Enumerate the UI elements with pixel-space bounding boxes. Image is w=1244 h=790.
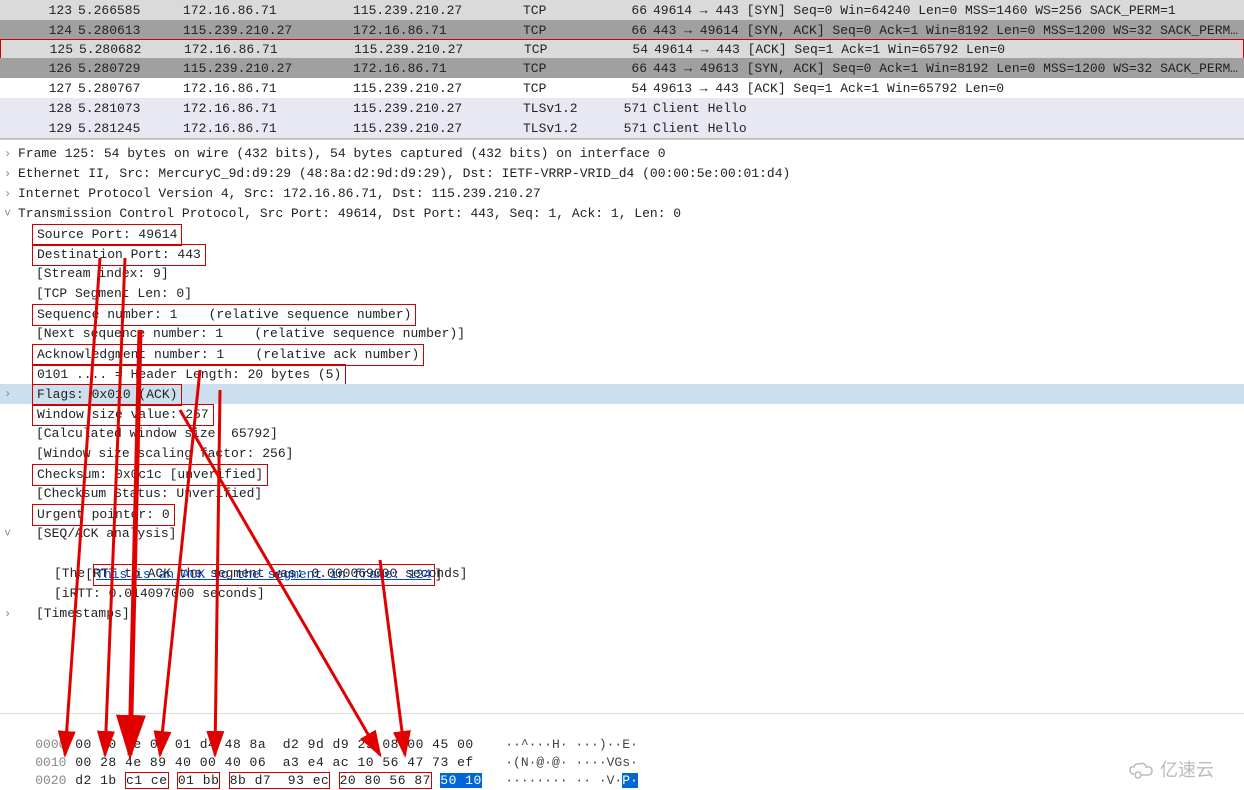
urgent-pointer[interactable]: Urgent pointer: 0 bbox=[0, 504, 1244, 524]
seq-ack-analysis[interactable]: ˅[SEQ/ACK analysis] bbox=[0, 524, 1244, 544]
seq-number[interactable]: Sequence number: 1 (relative sequence nu… bbox=[0, 304, 1244, 324]
calc-window[interactable]: [Calculated window size: 65792] bbox=[0, 424, 1244, 444]
packet-row-123[interactable]: 1235.266585172.16.86.71115.239.210.27TCP… bbox=[0, 0, 1244, 20]
checksum[interactable]: Checksum: 0x0c1c [unverified] bbox=[0, 464, 1244, 484]
window-size[interactable]: Window size value: 257 bbox=[0, 404, 1244, 424]
scaling-factor[interactable]: [Window size scaling factor: 256] bbox=[0, 444, 1244, 464]
tcp-flags[interactable]: ›Flags: 0x010 (ACK) bbox=[0, 384, 1244, 404]
stream-index[interactable]: [Stream index: 9] bbox=[0, 264, 1244, 284]
hex-row-0[interactable]: 000000 00 5e 00 01 d4 48 8a d2 9d d9 29 … bbox=[0, 718, 1244, 736]
timestamps[interactable]: ›[Timestamps] bbox=[0, 604, 1244, 624]
hex-dump-pane[interactable]: 000000 00 5e 00 01 d4 48 8a d2 9d d9 29 … bbox=[0, 713, 1244, 790]
watermark: 亿速云 bbox=[1128, 756, 1214, 782]
packet-row-127[interactable]: 1275.280767172.16.86.71115.239.210.27TCP… bbox=[0, 78, 1244, 98]
src-port[interactable]: Source Port: 49614 bbox=[0, 224, 1244, 244]
packet-row-126[interactable]: 1265.280729115.239.210.27172.16.86.71TCP… bbox=[0, 58, 1244, 78]
dst-port[interactable]: Destination Port: 443 bbox=[0, 244, 1244, 264]
packet-list-pane[interactable]: 1235.266585172.16.86.71115.239.210.27TCP… bbox=[0, 0, 1244, 139]
ack-number[interactable]: Acknowledgment number: 1 (relative ack n… bbox=[0, 344, 1244, 364]
packet-details-pane[interactable]: ›Frame 125: 54 bytes on wire (432 bits),… bbox=[0, 139, 1244, 679]
packet-row-125[interactable]: 1255.280682172.16.86.71115.239.210.27TCP… bbox=[0, 39, 1244, 59]
irtt[interactable]: [iRTT: 0.014097000 seconds] bbox=[0, 584, 1244, 604]
ethernet-summary[interactable]: ›Ethernet II, Src: MercuryC_9d:d9:29 (48… bbox=[0, 164, 1244, 184]
packet-row-128[interactable]: 1285.281073172.16.86.71115.239.210.27TLS… bbox=[0, 98, 1244, 118]
rtt-to-ack[interactable]: [The RTT to ACK the segment was: 0.00006… bbox=[0, 564, 1244, 584]
tcp-summary[interactable]: ˅Transmission Control Protocol, Src Port… bbox=[0, 204, 1244, 224]
ack-to-frame[interactable]: [This is an ACK to the segment in frame:… bbox=[0, 544, 1244, 564]
checksum-status[interactable]: [Checksum Status: Unverified] bbox=[0, 484, 1244, 504]
packet-row-129[interactable]: 1295.281245172.16.86.71115.239.210.27TLS… bbox=[0, 118, 1244, 138]
header-len[interactable]: 0101 .... = Header Length: 20 bytes (5) bbox=[0, 364, 1244, 384]
packet-row-124[interactable]: 1245.280613115.239.210.27172.16.86.71TCP… bbox=[0, 20, 1244, 40]
ip-summary[interactable]: ›Internet Protocol Version 4, Src: 172.1… bbox=[0, 184, 1244, 204]
tcp-seg-len[interactable]: [TCP Segment Len: 0] bbox=[0, 284, 1244, 304]
next-seq[interactable]: [Next sequence number: 1 (relative seque… bbox=[0, 324, 1244, 344]
frame-summary[interactable]: ›Frame 125: 54 bytes on wire (432 bits),… bbox=[0, 144, 1244, 164]
